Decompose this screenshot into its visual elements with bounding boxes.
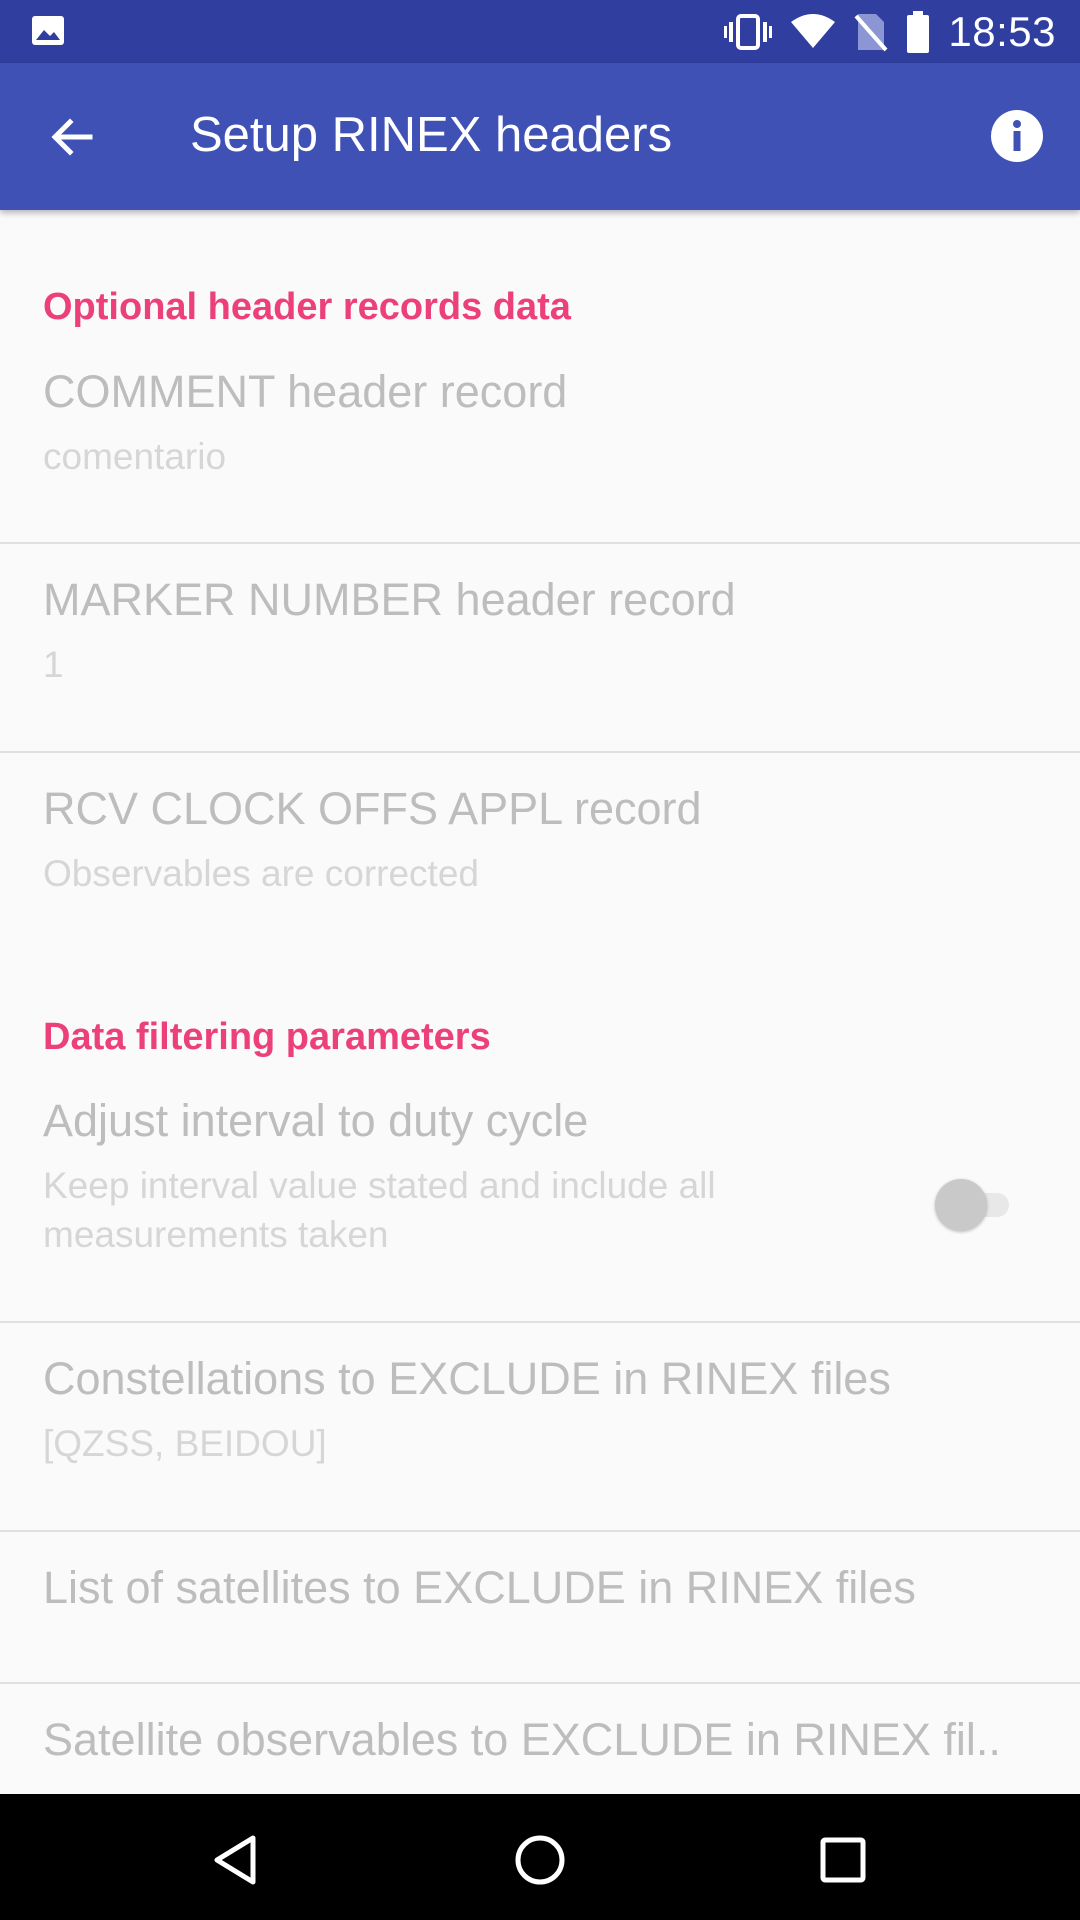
pref-title: Adjust interval to duty cycle	[43, 1095, 589, 1146]
app-bar: Setup RINEX headers	[0, 63, 1080, 210]
pref-title: Constellations to EXCLUDE in RINEX files	[43, 1353, 891, 1404]
pref-summary: comentario	[43, 436, 227, 477]
pref-rcv-clock-offs[interactable]: RCV CLOCK OFFS APPL record Observables a…	[0, 761, 1080, 961]
pref-summary: Observables are corrected	[43, 853, 479, 894]
pref-satellites-exclude[interactable]: List of satellites to EXCLUDE in RINEX f…	[0, 1540, 1080, 1680]
battery-icon	[906, 10, 930, 53]
wifi-icon	[790, 13, 836, 50]
pref-title: COMMENT header record	[43, 366, 568, 417]
home-circle-icon[interactable]	[512, 1832, 568, 1888]
switch-thumb	[935, 1179, 987, 1231]
pref-summary: Keep interval value stated and include a…	[43, 1165, 716, 1255]
divider	[0, 751, 1080, 753]
pref-observables-exclude[interactable]: Satellite observables to EXCLUDE in RINE…	[0, 1692, 1080, 1794]
divider	[0, 1321, 1080, 1323]
pref-title: Satellite observables to EXCLUDE in RINE…	[43, 1714, 1001, 1765]
pref-marker-number[interactable]: MARKER NUMBER header record 1	[0, 552, 1080, 760]
duty-cycle-switch[interactable]	[935, 1179, 1009, 1231]
info-icon[interactable]	[990, 109, 1044, 163]
pref-summary: 1	[43, 644, 64, 685]
back-triangle-icon[interactable]	[209, 1832, 265, 1888]
vibrate-icon	[724, 13, 773, 51]
divider	[0, 542, 1080, 544]
arrow-back-icon[interactable]	[46, 111, 98, 163]
category-data-filtering: Data filtering parameters	[43, 1016, 491, 1058]
category-optional-header-records: Optional header records data	[43, 286, 571, 328]
divider	[0, 1682, 1080, 1684]
pref-adjust-interval[interactable]: Adjust interval to duty cycle Keep inter…	[0, 1073, 1080, 1323]
recents-square-icon[interactable]	[815, 1832, 871, 1888]
pref-title: MARKER NUMBER header record	[43, 574, 736, 625]
pref-title: RCV CLOCK OFFS APPL record	[43, 783, 702, 834]
image-notification-icon	[31, 15, 65, 46]
status-time: 18:53	[948, 7, 1056, 55]
navigation-bar	[0, 1794, 1080, 1920]
preferences-list: Optional header records data COMMENT hea…	[0, 210, 1080, 1794]
pref-summary: [QZSS, BEIDOU]	[43, 1423, 327, 1464]
pref-comment-header[interactable]: COMMENT header record comentario	[0, 344, 1080, 554]
no-sim-icon	[854, 12, 888, 52]
pref-title: List of satellites to EXCLUDE in RINEX f…	[43, 1562, 916, 1613]
pref-constellations-exclude[interactable]: Constellations to EXCLUDE in RINEX files…	[0, 1331, 1080, 1531]
divider	[0, 1530, 1080, 1532]
status-bar: 18:53	[0, 0, 1080, 63]
page-title: Setup RINEX headers	[190, 108, 673, 162]
